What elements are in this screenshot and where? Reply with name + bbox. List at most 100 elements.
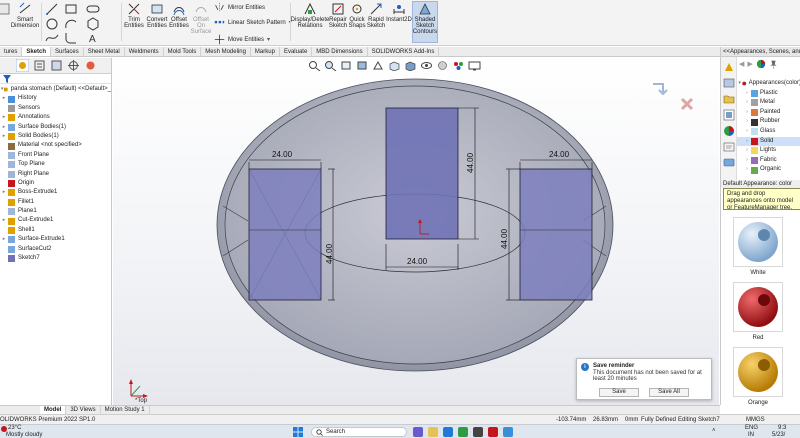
appearance-category[interactable]: › Lights xyxy=(737,146,800,156)
tab-features[interactable]: tures xyxy=(0,47,23,56)
dimension-left-height[interactable]: 44.00 xyxy=(325,243,334,264)
expand-arrow-icon[interactable]: › xyxy=(743,127,751,137)
tree-item[interactable]: Top Plane xyxy=(0,160,111,169)
tree-item[interactable]: ▸ Cut-Extrude1 xyxy=(0,216,111,225)
shaded-sketch-contours-button[interactable]: Shaded Sketch Contours xyxy=(412,1,438,43)
appearance-category[interactable]: › Painted xyxy=(737,108,800,118)
appearances-root[interactable]: ▾ Appearances(color) xyxy=(737,79,800,89)
expand-arrow-icon[interactable]: › xyxy=(743,137,751,147)
weather-condition[interactable]: Mostly cloudy xyxy=(6,432,42,438)
swatch-orange[interactable]: Orange xyxy=(728,347,788,406)
task-view-icon[interactable] xyxy=(413,427,423,437)
dimxpert-tab-icon[interactable] xyxy=(67,59,80,72)
appearance-category[interactable]: › Fabric xyxy=(737,156,800,166)
spline-icon[interactable] xyxy=(45,31,59,45)
forum-icon[interactable] xyxy=(723,157,735,169)
expand-arrow-icon[interactable]: › xyxy=(743,146,751,156)
swatch-ball[interactable] xyxy=(733,347,783,397)
fillet-icon[interactable] xyxy=(64,31,78,45)
expand-arrow-icon[interactable]: › xyxy=(743,156,751,166)
text-icon[interactable]: A xyxy=(86,31,100,45)
expand-arrow-icon[interactable]: › xyxy=(743,165,751,175)
tree-item[interactable]: Front Plane xyxy=(0,151,111,160)
swatch-ball[interactable] xyxy=(733,282,783,332)
language-primary[interactable]: ENG xyxy=(745,425,758,431)
convert-entities-button[interactable]: Convert Entities xyxy=(146,2,168,29)
tree-item[interactable]: Shell1 xyxy=(0,226,111,235)
line-icon[interactable] xyxy=(45,2,59,16)
dimension-center-width[interactable]: 24.00 xyxy=(407,257,428,266)
tree-item[interactable]: ▸ Surface-Extrude1 xyxy=(0,235,111,244)
appearance-category[interactable]: › Rubber xyxy=(737,117,800,127)
tab-surfaces[interactable]: Surfaces xyxy=(51,47,84,56)
tab-markup[interactable]: Markup xyxy=(251,47,280,56)
tree-item[interactable]: Sketch7 xyxy=(0,254,111,263)
solidworks-taskbar-icon[interactable] xyxy=(488,427,498,437)
appearance-category[interactable]: › Glass xyxy=(737,127,800,137)
clock-date[interactable]: 5/23/ xyxy=(772,432,785,438)
tree-item[interactable]: ▸ Annotations xyxy=(0,113,111,122)
instant2d-button[interactable]: Instant2D xyxy=(386,2,412,23)
expand-arrow-icon[interactable]: ▸ xyxy=(0,123,8,132)
tab-sketch[interactable]: Sketch xyxy=(22,47,52,56)
sketch-rectangle-right[interactable] xyxy=(519,168,593,301)
tab-evaluate[interactable]: Evaluate xyxy=(280,47,313,56)
solidworks-resources-icon[interactable] xyxy=(723,61,735,73)
expand-arrow-icon[interactable]: ▸ xyxy=(0,113,8,122)
mail-icon[interactable] xyxy=(503,427,513,437)
sketch-rectangle-left[interactable] xyxy=(248,168,322,301)
tab-motion-study[interactable]: Motion Study 1 xyxy=(101,406,150,414)
display-delete-relations-button[interactable]: Display/Delete Relations xyxy=(291,2,329,29)
tray-chevron-icon[interactable]: ˄ xyxy=(712,428,716,434)
swatch-ball[interactable] xyxy=(733,217,783,267)
expand-arrow-icon[interactable]: ▸ xyxy=(0,235,8,244)
tree-item[interactable]: ▸ Surface Bodies(1) xyxy=(0,123,111,132)
expand-arrow-icon[interactable]: › xyxy=(743,89,751,99)
tree-item[interactable]: Right Plane xyxy=(0,170,111,179)
tab-mbd-dimensions[interactable]: MBD Dimensions xyxy=(312,47,368,56)
expand-arrow-icon[interactable]: › xyxy=(743,98,751,108)
rectangle-icon[interactable] xyxy=(64,2,78,16)
dropdown-arrow-icon[interactable]: ▾ xyxy=(267,36,270,43)
appearance-category[interactable]: › Organic xyxy=(737,165,800,175)
sketch-rectangle-center[interactable] xyxy=(385,107,459,240)
file-explorer-taskbar-icon[interactable] xyxy=(428,427,438,437)
taskbar-search[interactable]: Search xyxy=(311,427,407,437)
smart-dimension-button[interactable]: Smart Dimension xyxy=(10,2,40,29)
move-entities-button[interactable]: Move Entities ▾ xyxy=(214,34,270,45)
expand-arrow-icon[interactable]: ▸ xyxy=(0,216,8,225)
dimension-right-height[interactable]: 44.00 xyxy=(500,228,509,249)
back-arrow-icon[interactable]: ◀ xyxy=(739,60,744,68)
swatch-red[interactable]: Red xyxy=(728,282,788,341)
filter-icon[interactable] xyxy=(3,75,11,83)
pin-icon[interactable] xyxy=(769,60,778,69)
tree-root[interactable]: ▾ panda stomach (Default) <<Default>_ xyxy=(0,85,111,94)
graphics-area[interactable]: 24.00 44.00 44.00 24.00 24.00 44.00 *Top xyxy=(113,58,719,405)
exit-sketch-button[interactable] xyxy=(0,2,10,17)
quick-snaps-button[interactable]: Quick Snaps xyxy=(349,2,366,29)
expand-arrow-icon[interactable]: ▸ xyxy=(0,94,8,103)
tab-mold-tools[interactable]: Mold Tools xyxy=(164,47,202,56)
tree-item[interactable]: ▸ Boss-Extrude1 xyxy=(0,188,111,197)
weather-temp[interactable]: 23°C xyxy=(8,425,21,431)
appearance-category[interactable]: › Metal xyxy=(737,98,800,108)
tree-item[interactable]: ▸ History xyxy=(0,94,111,103)
tab-mesh-modeling[interactable]: Mesh Modeling xyxy=(201,47,251,56)
tree-item[interactable]: Material <not specified> xyxy=(0,141,111,150)
tree-filter[interactable] xyxy=(0,74,111,84)
feature-manager-tab-icon[interactable] xyxy=(16,59,29,72)
repair-sketch-button[interactable]: Repair Sketch xyxy=(329,2,347,29)
view-palette-icon[interactable] xyxy=(723,109,735,121)
polygon-icon[interactable] xyxy=(86,17,100,31)
tab-solidworks-add-ins[interactable]: SOLIDWORKS Add-Ins xyxy=(368,47,440,56)
part-model[interactable]: 24.00 44.00 44.00 24.00 24.00 44.00 xyxy=(113,58,719,405)
tree-item[interactable]: Sensors xyxy=(0,104,111,113)
dimension-center-height[interactable]: 44.00 xyxy=(466,152,475,173)
save-button[interactable]: Save xyxy=(599,388,639,397)
save-all-button[interactable]: Save All xyxy=(649,388,689,397)
tab-3d-views[interactable]: 3D Views xyxy=(66,406,101,414)
expand-arrow-icon[interactable]: ▸ xyxy=(0,132,8,141)
edge-icon[interactable] xyxy=(443,427,453,437)
dimension-right-width[interactable]: 24.00 xyxy=(549,150,570,159)
mirror-entities-button[interactable]: Mirror Entities xyxy=(214,2,265,13)
